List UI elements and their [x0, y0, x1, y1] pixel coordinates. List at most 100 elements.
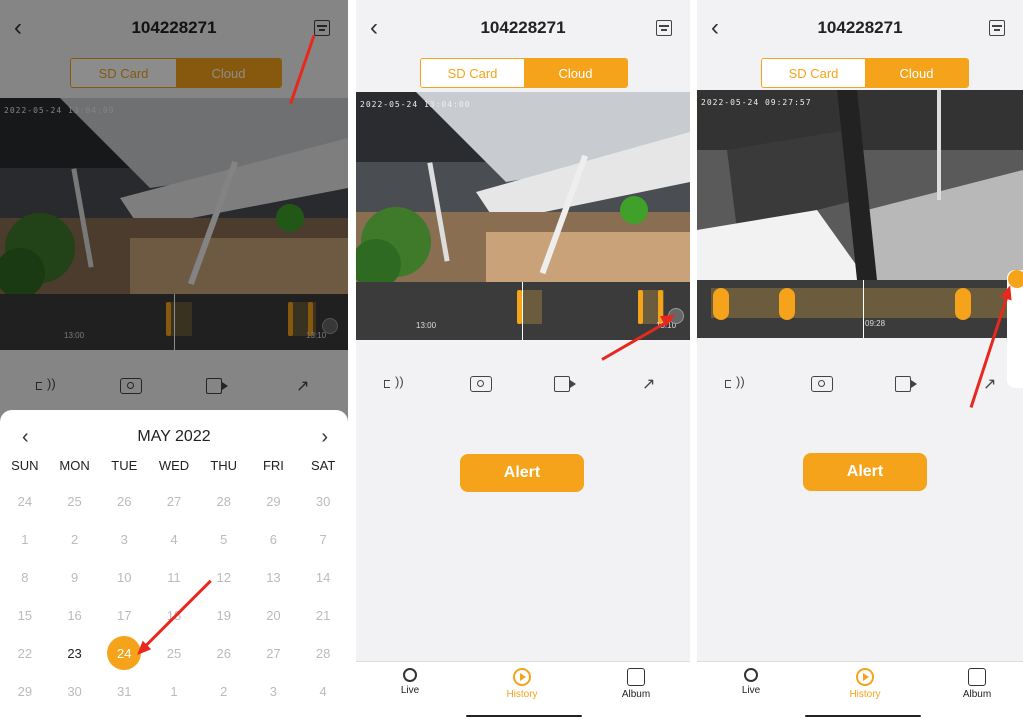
calendar-day-label: 11: [167, 569, 181, 585]
calendar-day-label: 30: [315, 493, 331, 509]
video-frame: [356, 92, 690, 289]
calendar-day-label: 8: [21, 569, 29, 585]
calendar-day[interactable]: 5: [199, 520, 249, 558]
calendar-day[interactable]: 14: [298, 558, 348, 596]
tab-history[interactable]: History: [492, 668, 552, 700]
calendar-day[interactable]: 7: [298, 520, 348, 558]
video-player[interactable]: 2022-05-24 13:04:00: [356, 92, 690, 289]
fullscreen-icon[interactable]: ↗: [983, 374, 1005, 394]
tab-album[interactable]: Album: [947, 668, 1007, 700]
tab-live[interactable]: Live: [721, 668, 781, 696]
calendar-day[interactable]: 11: [149, 558, 199, 596]
calendar-day[interactable]: 26: [99, 482, 149, 520]
calendar-day-label: 6: [269, 531, 278, 547]
record-icon[interactable]: [895, 376, 917, 392]
calendar-day[interactable]: 1: [0, 520, 50, 558]
calendar-day[interactable]: 25: [50, 482, 100, 520]
calendar-day[interactable]: 10: [99, 558, 149, 596]
panel-cloud-playback: ‹ 104228271 SD Card Cloud 2022-05-24 13:…: [356, 0, 690, 719]
calendar-day[interactable]: 20: [249, 596, 299, 634]
calendar-day-label: 3: [269, 683, 278, 699]
calendar-day-label: 16: [67, 607, 82, 623]
calendar-day[interactable]: 24: [0, 482, 50, 520]
calendar-day-label: 13: [266, 569, 281, 585]
calendar-day[interactable]: 3: [249, 672, 299, 710]
calendar-day[interactable]: 3: [99, 520, 149, 558]
calendar-day[interactable]: 26: [199, 634, 249, 672]
calendar-day-label: 26: [117, 493, 132, 509]
calendar-day[interactable]: 28: [298, 634, 348, 672]
calendar-day[interactable]: 31: [99, 672, 149, 710]
calendar-day[interactable]: 30: [50, 672, 100, 710]
calendar-day[interactable]: 12: [199, 558, 249, 596]
calendar-day[interactable]: 13: [249, 558, 299, 596]
calendar-day[interactable]: 28: [199, 482, 249, 520]
calendar-day[interactable]: 15: [0, 596, 50, 634]
modal-overlay[interactable]: [0, 0, 348, 425]
weekday-label: SAT: [310, 458, 336, 473]
tab-history[interactable]: History: [835, 668, 895, 700]
history-icon: [513, 668, 531, 686]
alert-button[interactable]: Alert: [803, 453, 927, 491]
calendar-day[interactable]: 9: [50, 558, 100, 596]
tab-history-label: History: [506, 689, 538, 700]
calendar-day[interactable]: 21: [298, 596, 348, 634]
timeline-recording-marker: [713, 288, 729, 320]
speaker-icon[interactable]: [384, 374, 406, 394]
cloud-tab[interactable]: Cloud: [865, 59, 968, 87]
calendar-day[interactable]: 29: [249, 482, 299, 520]
calendar-day-label: 3: [120, 531, 128, 547]
calendar-day[interactable]: 27: [149, 482, 199, 520]
calendar-month-label: MAY 2022: [137, 428, 211, 445]
calendar-day[interactable]: 2: [50, 520, 100, 558]
sd-card-tab[interactable]: SD Card: [421, 59, 524, 87]
history-icon: [856, 668, 874, 686]
calendar-day-label: 20: [266, 607, 281, 623]
weekday-label: THU: [210, 458, 238, 473]
calendar-day[interactable]: 19: [199, 596, 249, 634]
tab-history-label: History: [849, 689, 881, 700]
sd-card-tab[interactable]: SD Card: [762, 59, 865, 87]
calendar-day-label: 4: [319, 683, 327, 699]
calendar-day-label: 19: [216, 607, 231, 623]
tab-album[interactable]: Album: [606, 668, 666, 700]
cloud-tab[interactable]: Cloud: [524, 59, 627, 87]
playback-timeline[interactable]: 09:28: [697, 280, 1023, 338]
panel-calendar-view: ‹ 104228271 SD Card Cloud 2022-05-24 13:…: [0, 0, 348, 719]
weekday-label: SUN: [11, 458, 39, 473]
calendar-day[interactable]: 4: [149, 520, 199, 558]
camera-icon[interactable]: [470, 376, 492, 392]
calendar-day-label: 27: [266, 645, 281, 661]
playback-timeline[interactable]: 13:00 13:10: [356, 282, 690, 340]
calendar-icon[interactable]: [989, 20, 1005, 36]
calendar-day[interactable]: 8: [0, 558, 50, 596]
calendar-day[interactable]: 2: [199, 672, 249, 710]
speaker-icon[interactable]: [725, 374, 747, 394]
video-player[interactable]: 2022-05-24 09:27:57: [697, 90, 1023, 280]
alert-button[interactable]: Alert: [460, 454, 584, 492]
calendar-day-label: 1: [170, 683, 178, 699]
calendar-day[interactable]: 30: [298, 482, 348, 520]
calendar-day[interactable]: 4: [298, 672, 348, 710]
record-icon[interactable]: [554, 376, 576, 392]
calendar-day[interactable]: 17: [99, 596, 149, 634]
fullscreen-icon[interactable]: ↗: [642, 374, 664, 394]
calendar-day[interactable]: 16: [50, 596, 100, 634]
next-month-icon[interactable]: ›: [321, 426, 328, 449]
calendar-day-label: 29: [17, 683, 33, 699]
calendar-icon[interactable]: [656, 20, 672, 36]
calendar-day-label: 2: [70, 531, 79, 547]
calendar-day[interactable]: 23: [50, 634, 100, 672]
timeline-label: 09:28: [865, 319, 886, 328]
calendar-day[interactable]: 29: [0, 672, 50, 710]
camera-icon[interactable]: [811, 376, 833, 392]
calendar-day[interactable]: 6: [249, 520, 299, 558]
calendar-day-label: 1: [21, 531, 29, 547]
calendar-day[interactable]: 1: [149, 672, 199, 710]
calendar-day[interactable]: 22: [0, 634, 50, 672]
calendar-day[interactable]: 25: [149, 634, 199, 672]
calendar-day[interactable]: 27: [249, 634, 299, 672]
calendar-day-label: 29: [266, 493, 281, 509]
tab-live[interactable]: Live: [380, 668, 440, 696]
calendar-day-label: 28: [315, 645, 331, 661]
